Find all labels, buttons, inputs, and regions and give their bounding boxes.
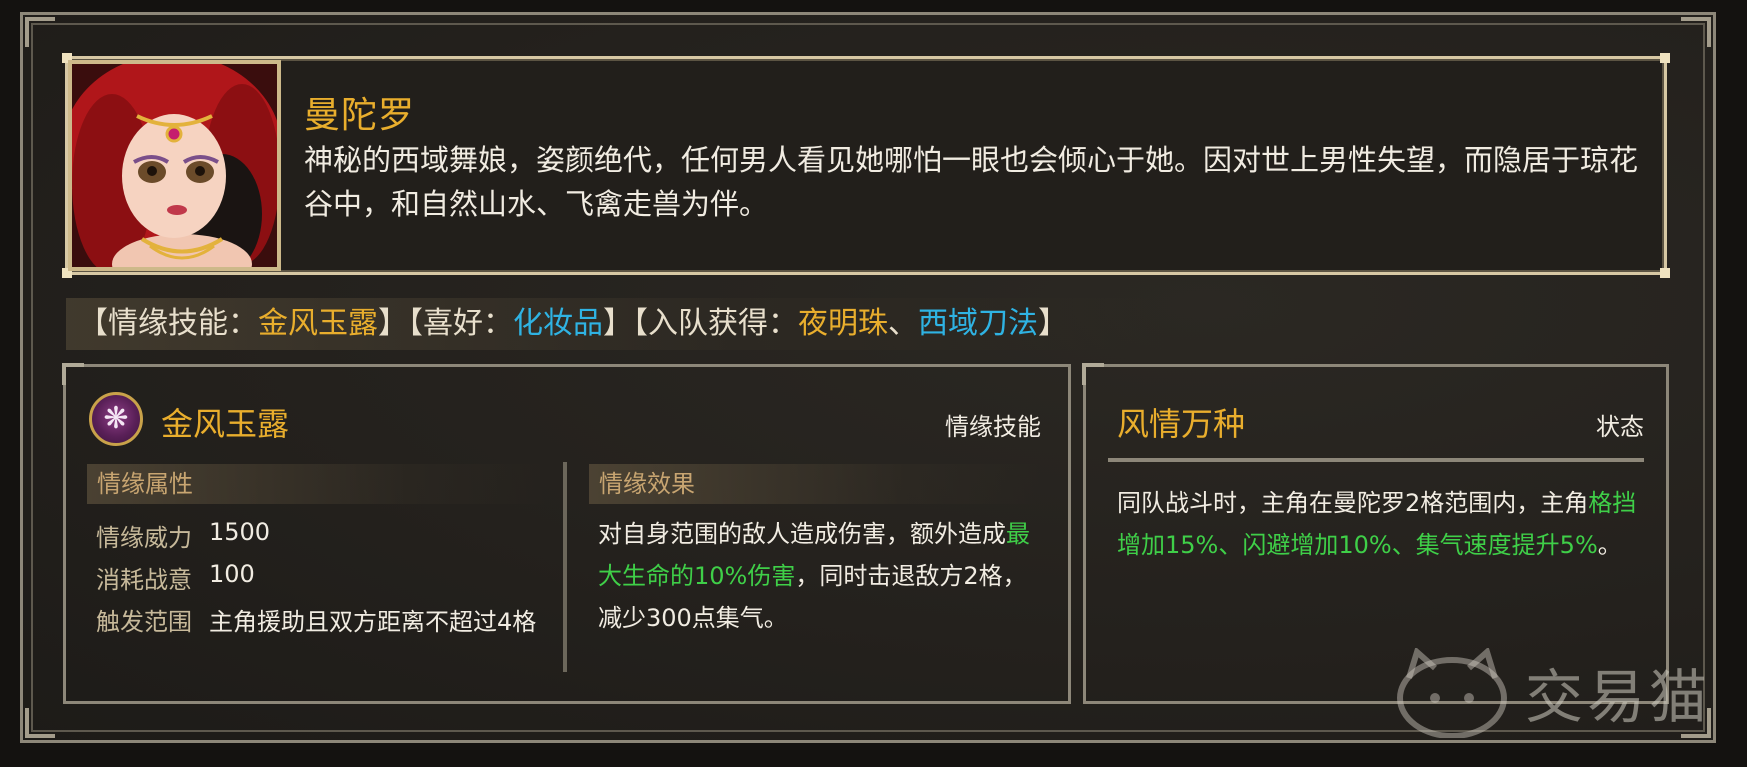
character-name: 曼陀罗 bbox=[304, 95, 416, 136]
skill-name: 金风玉露 bbox=[161, 405, 290, 443]
frame-corner bbox=[25, 17, 55, 47]
attr-value-cost: 100 bbox=[209, 560, 255, 588]
tag-hobby-value[interactable]: 化妆品 bbox=[513, 306, 603, 341]
tag-hobby-suffix: 】 bbox=[603, 306, 633, 341]
tag-skill-value[interactable]: 金风玉露 bbox=[258, 306, 378, 341]
attr-label-range: 触发范围 bbox=[96, 608, 192, 636]
portrait-image bbox=[72, 64, 277, 267]
state-sep-1: 、 bbox=[1218, 531, 1243, 559]
effect-text-part1: 对自身范围的敌人造成伤害，额外造成 bbox=[598, 520, 1006, 548]
state-sep-2: 、 bbox=[1391, 531, 1416, 559]
frame-corner bbox=[25, 708, 55, 738]
attr-value-range: 主角援助且双方距离不超过4格 bbox=[209, 608, 537, 636]
panel-corner bbox=[1082, 363, 1104, 385]
attr-label-cost: 消耗战意 bbox=[96, 566, 192, 594]
attr-label-power: 情缘威力 bbox=[96, 524, 192, 552]
watermark-text: 交易猫 bbox=[1525, 663, 1712, 731]
tag-join-suffix: 】 bbox=[1038, 306, 1068, 341]
character-portrait bbox=[68, 60, 281, 271]
effect-header: 情缘效果 bbox=[589, 464, 1041, 504]
state-divider bbox=[1108, 458, 1644, 462]
attributes-header: 情缘属性 bbox=[87, 464, 547, 504]
skill-type-label: 情缘技能 bbox=[945, 413, 1041, 441]
panel-corner bbox=[1660, 53, 1670, 63]
character-tags-row: 【情缘技能：金风玉露】【喜好：化妆品】【入队获得：夜明珠、西域刀法】 bbox=[66, 298, 1166, 350]
state-name: 风情万种 bbox=[1117, 405, 1246, 443]
tag-join-prefix: 【入队获得： bbox=[633, 306, 798, 341]
skill-effect-text: 对自身范围的敌人造成伤害，额外造成最大生命的10%伤害，同时击退敌方2格，减少3… bbox=[598, 513, 1048, 639]
attr-value-power: 1500 bbox=[209, 518, 271, 546]
lotus-skill-icon[interactable] bbox=[89, 392, 143, 446]
tag-hobby-prefix: 【喜好： bbox=[408, 306, 513, 341]
section-divider bbox=[563, 462, 567, 672]
tag-join-sep: 、 bbox=[888, 306, 918, 341]
frame-corner bbox=[1681, 17, 1711, 47]
state-highlight-dodge: 闪避增加10% bbox=[1242, 531, 1392, 559]
character-description: 神秘的西域舞娘，姿颜绝代，任何男人看见她哪怕一眼也会倾心于她。因对世上男性失望，… bbox=[304, 143, 1639, 221]
state-description: 同队战斗时，主角在曼陀罗2格范围内，主角格挡增加15%、闪避增加10%、集气速度… bbox=[1117, 482, 1637, 566]
cat-logo-icon bbox=[1397, 648, 1507, 738]
panel-corner bbox=[62, 363, 84, 385]
panel-corner bbox=[1660, 268, 1670, 278]
state-desc-end: 。 bbox=[1597, 531, 1622, 559]
state-highlight-charge: 集气速度提升5% bbox=[1415, 531, 1598, 559]
tag-join-skill[interactable]: 西域刀法 bbox=[918, 306, 1038, 341]
tag-skill-prefix: 【情缘技能： bbox=[78, 306, 258, 341]
state-type-label: 状态 bbox=[1596, 413, 1644, 441]
tag-skill-suffix: 】 bbox=[378, 306, 408, 341]
tag-join-item[interactable]: 夜明珠 bbox=[798, 306, 888, 341]
state-desc-part1: 同队战斗时，主角在曼陀罗2格范围内，主角 bbox=[1117, 489, 1589, 517]
